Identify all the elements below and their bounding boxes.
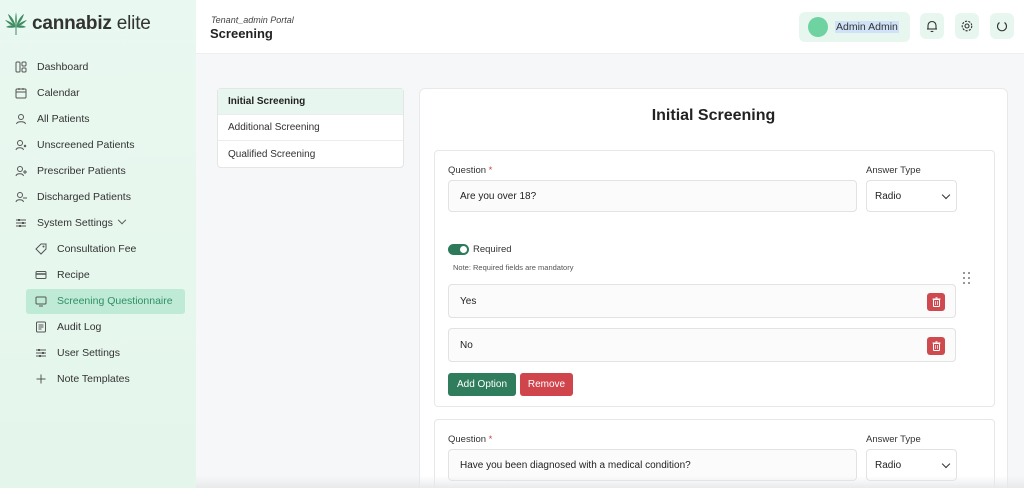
portal-label: Tenant_admin Portal [211,15,294,25]
user-plus-icon [15,166,27,177]
remove-question-button[interactable]: Remove [520,373,573,396]
screening-card: Initial Screening Question * Are you ove… [419,88,1008,488]
screening-tabs: Initial Screening Additional Screening Q… [217,88,404,168]
answer-type-select[interactable]: Radio [866,180,957,212]
question-label: Question * [448,165,493,176]
question-block: Question * Are you over 18? Answer Type … [434,150,995,407]
sidebar-subitem-audit-log[interactable]: Audit Log [0,314,196,340]
power-button[interactable] [990,13,1014,39]
sidebar-item-calendar[interactable]: Calendar [0,80,196,106]
answer-type-label: Answer Type [866,165,921,176]
sliders-icon [36,349,46,357]
sidebar-item-label: Note Templates [57,373,130,385]
plus-icon [36,374,46,384]
sidebar-item-label: Unscreened Patients [37,139,135,151]
settings-button[interactable] [955,13,979,39]
card-icon [35,271,47,279]
sidebar-item-all-patients[interactable]: All Patients [0,106,196,132]
tab-qualified-screening[interactable]: Qualified Screening [218,141,403,167]
question-label: Question * [448,434,493,445]
tag-icon [35,243,47,255]
required-label: Required [473,244,512,255]
sidebar-item-label: All Patients [37,113,90,125]
sidebar-item-discharged-patients[interactable]: Discharged Patients [0,184,196,210]
calendar-icon [15,88,27,99]
delete-option-button[interactable] [927,293,945,311]
sidebar-item-label: Calendar [37,87,80,99]
power-icon [997,22,1007,32]
sidebar-subitem-note-templates[interactable]: Note Templates [0,366,196,392]
sidebar-item-dashboard[interactable]: Dashboard [0,54,196,80]
top-header: Tenant_admin Portal Screening Admin Admi… [196,0,1024,54]
tab-initial-screening[interactable]: Initial Screening [218,89,403,115]
user-menu[interactable]: Admin Admin [799,12,910,42]
sidebar-subitem-user-settings[interactable]: User Settings [0,340,196,366]
cannabis-leaf-icon [5,12,27,35]
trash-icon [932,297,940,307]
option-input[interactable]: Yes [448,284,956,318]
brand-logo[interactable]: cannabiz elite [4,10,151,38]
bell-icon [927,20,937,33]
user-minus-icon [15,192,27,203]
add-option-button[interactable]: Add Option [448,373,516,396]
dashboard-icon [15,61,27,73]
sidebar-nav: Dashboard Calendar All Patients Unscreen… [0,54,196,392]
sliders-icon [16,219,26,227]
sidebar-subitem-recipe[interactable]: Recipe [0,262,196,288]
sidebar-item-system-settings[interactable]: System Settings [0,210,196,236]
sidebar-item-unscreened-patients[interactable]: Unscreened Patients [0,132,196,158]
user-x-icon [15,140,27,151]
card-title: Initial Screening [651,107,776,124]
monitor-icon [35,296,47,307]
page-title: Screening [210,26,273,41]
drag-handle-icon[interactable] [963,272,971,284]
sidebar-item-label: Discharged Patients [37,191,131,203]
sidebar-item-prescriber-patients[interactable]: Prescriber Patients [0,158,196,184]
avatar [808,17,828,37]
sidebar-item-label: User Settings [57,347,121,359]
sidebar: cannabiz elite Dashboard Calendar All Pa… [0,0,196,488]
option-input[interactable]: No [448,328,956,362]
sidebar-item-label: Screening Questionnaire [57,295,173,307]
user-icon [16,114,26,125]
tab-additional-screening[interactable]: Additional Screening [218,115,403,141]
required-toggle[interactable] [448,244,469,255]
sidebar-item-label: Dashboard [37,61,89,73]
trash-icon [932,341,940,351]
brand-name: cannabiz elite [32,13,151,34]
sidebar-item-label: Audit Log [57,321,102,333]
chevron-down-icon [941,459,951,469]
required-note: Note: Required fields are mandatory [453,263,574,272]
sidebar-item-label: Recipe [57,269,90,281]
sidebar-item-label: Prescriber Patients [37,165,126,177]
delete-option-button[interactable] [927,337,945,355]
sidebar-subitem-consultation-fee[interactable]: Consultation Fee [0,236,196,262]
sidebar-subitem-screening-questionnaire[interactable]: Screening Questionnaire [0,288,196,314]
question-input[interactable]: Are you over 18? [448,180,857,212]
answer-type-label: Answer Type [866,434,921,445]
notifications-button[interactable] [920,13,944,39]
gear-icon [961,20,973,32]
sidebar-item-label: System Settings [37,215,127,229]
scroll-fade [196,476,1024,488]
sidebar-item-label: Consultation Fee [57,243,137,255]
user-name: Admin Admin [835,21,899,33]
chevron-down-icon [117,215,127,225]
chevron-down-icon [941,190,951,200]
log-icon [36,321,46,333]
